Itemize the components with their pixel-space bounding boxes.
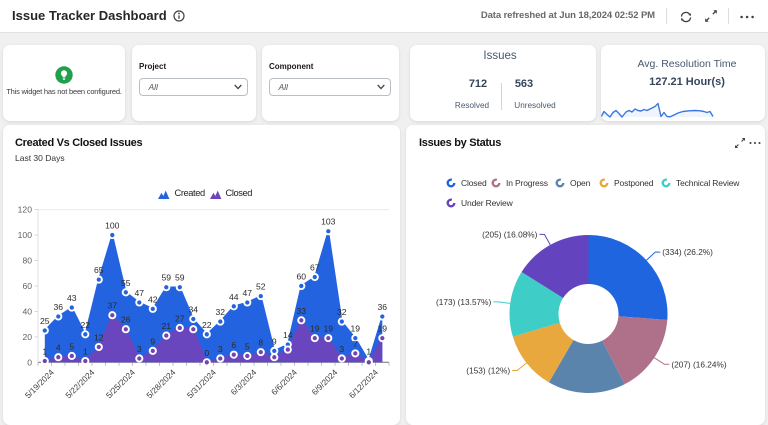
svg-text:80: 80 [22,256,32,266]
svg-text:19: 19 [310,324,320,334]
svg-text:6/6/2024: 6/6/2024 [269,367,299,397]
svg-text:47: 47 [135,288,145,298]
svg-text:5/31/2024: 5/31/2024 [185,367,218,400]
svg-text:19: 19 [378,324,388,334]
svg-text:5: 5 [245,341,250,351]
svg-text:1: 1 [42,347,47,357]
svg-text:60: 60 [297,271,307,281]
svg-text:(153) (12%): (153) (12%) [466,365,510,375]
svg-text:33: 33 [297,306,307,316]
svg-text:19: 19 [351,324,361,334]
svg-text:12: 12 [94,333,104,343]
svg-text:3: 3 [339,344,344,354]
svg-text:6/3/2024: 6/3/2024 [229,367,259,397]
svg-text:36: 36 [378,302,388,312]
svg-text:55: 55 [121,278,131,288]
svg-text:40: 40 [22,306,32,316]
svg-text:5/19/2024: 5/19/2024 [23,367,56,400]
svg-text:4: 4 [56,343,61,353]
svg-text:(205) (16.08%): (205) (16.08%) [482,229,538,239]
svg-text:5: 5 [69,341,74,351]
svg-text:7: 7 [353,339,358,349]
svg-text:65: 65 [94,265,104,275]
svg-text:67: 67 [310,263,320,273]
svg-text:(334) (26.2%): (334) (26.2%) [662,247,713,257]
svg-text:25: 25 [40,316,50,326]
svg-text:14: 14 [283,330,293,340]
svg-text:5/28/2024: 5/28/2024 [144,367,177,400]
svg-text:8: 8 [258,338,263,348]
svg-text:59: 59 [175,273,185,283]
svg-text:19: 19 [324,324,334,334]
svg-text:26: 26 [121,315,131,325]
svg-text:6/12/2024: 6/12/2024 [347,367,380,400]
svg-text:22: 22 [202,320,212,330]
svg-text:60: 60 [22,281,32,291]
svg-text:9: 9 [272,336,277,346]
svg-text:20: 20 [22,332,32,342]
svg-text:103: 103 [321,217,336,227]
svg-text:(173) (13.57%): (173) (13.57%) [436,297,492,307]
svg-text:3: 3 [218,344,223,354]
svg-text:32: 32 [216,307,226,317]
svg-text:6: 6 [231,340,236,350]
svg-text:100: 100 [105,221,120,231]
svg-text:36: 36 [54,302,64,312]
svg-text:(207) (16.24%): (207) (16.24%) [671,359,727,369]
svg-text:1: 1 [83,347,88,357]
svg-text:34: 34 [189,305,199,315]
svg-text:6/9/2024: 6/9/2024 [310,367,340,397]
svg-text:27: 27 [175,313,185,323]
svg-text:100: 100 [18,230,33,240]
svg-text:5/25/2024: 5/25/2024 [104,367,137,400]
svg-text:21: 21 [162,321,172,331]
svg-text:3: 3 [137,344,142,354]
svg-text:5/22/2024: 5/22/2024 [63,367,96,400]
svg-text:59: 59 [162,273,172,283]
svg-text:37: 37 [108,301,118,311]
svg-text:0: 0 [27,357,32,367]
svg-text:43: 43 [67,293,77,303]
svg-text:52: 52 [256,282,266,292]
svg-text:0: 0 [204,348,209,358]
svg-text:47: 47 [243,288,253,298]
svg-text:22: 22 [81,320,91,330]
svg-text:120: 120 [18,205,33,215]
svg-text:1: 1 [366,347,371,357]
svg-text:32: 32 [337,307,347,317]
svg-text:42: 42 [148,294,158,304]
svg-text:9: 9 [150,336,155,346]
svg-text:44: 44 [229,292,239,302]
